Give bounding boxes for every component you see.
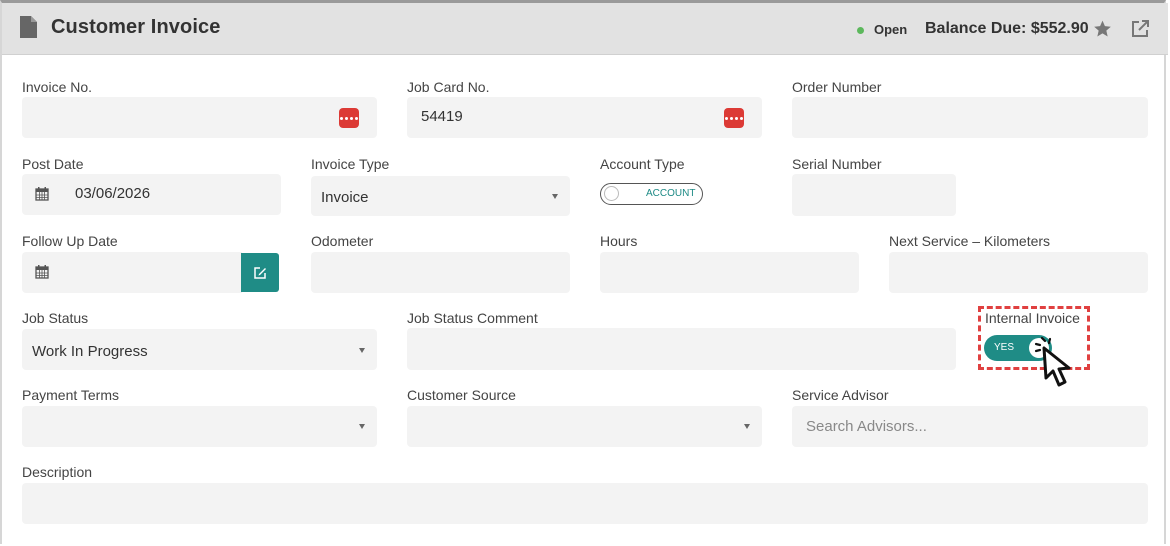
invoice-lookup-icon[interactable] [339,108,359,128]
follow-up-date-input[interactable] [22,252,242,293]
order-number-input[interactable] [792,97,1148,138]
next-service-label: Next Service – Kilometers [889,233,1051,249]
account-type-toggle[interactable]: ACCOUNT [600,183,703,205]
next-service-input[interactable] [889,252,1148,293]
chevron-down-icon [359,424,365,429]
panel-header: Customer Invoice Open Balance Due: $552.… [2,3,1168,55]
job-card-input[interactable]: 54419 [407,97,762,138]
invoice-type-select[interactable]: Invoice [311,176,570,216]
balance-due: Balance Due: $552.90 [925,20,1089,37]
pointer-cursor-icon [1034,336,1071,387]
customer-source-select[interactable] [407,406,762,447]
job-card-label: Job Card No. [407,79,490,95]
chevron-down-icon [744,424,750,429]
payment-terms-select[interactable] [22,406,377,447]
service-advisor-placeholder: Search Advisors... [806,418,927,435]
payment-terms-label: Payment Terms [22,387,119,403]
external-link-icon[interactable] [1130,19,1150,39]
star-icon[interactable] [1092,19,1113,39]
serial-number-label: Serial Number [792,156,882,172]
service-advisor-label: Service Advisor [792,387,889,403]
customer-source-label: Customer Source [407,387,516,403]
account-toggle-text: ACCOUNT [646,188,696,199]
job-card-lookup-icon[interactable] [724,108,744,128]
hours-label: Hours [600,233,638,249]
order-number-label: Order Number [792,79,882,95]
invoice-type-value: Invoice [321,189,369,206]
job-status-label: Job Status [22,310,89,326]
description-input[interactable] [22,483,1148,524]
invoice-no-label: Invoice No. [22,79,93,95]
document-icon [20,16,37,38]
toggle-knob [604,186,619,201]
page-title: Customer Invoice [51,16,221,38]
odometer-label: Odometer [311,233,374,249]
job-status-select[interactable]: Work In Progress [22,329,377,370]
internal-invoice-label: Internal Invoice [985,310,1080,326]
job-status-comment-input[interactable] [407,328,956,370]
status-badge: Open [874,22,908,37]
serial-number-input[interactable] [792,174,956,216]
job-card-value: 54419 [421,108,463,125]
follow-up-date-label: Follow Up Date [22,233,118,249]
edit-icon [254,266,266,279]
calendar-icon [35,187,49,201]
account-type-label: Account Type [600,156,685,172]
chevron-down-icon [552,194,558,199]
odometer-input[interactable] [311,252,570,293]
description-label: Description [22,464,93,480]
status-dot [857,27,864,34]
post-date-input[interactable]: 03/06/2026 [22,174,281,215]
internal-toggle-text: YES [994,342,1015,353]
chevron-down-icon [359,348,365,353]
invoice-no-input[interactable] [22,97,377,138]
invoice-type-label: Invoice Type [311,156,390,172]
service-advisor-input[interactable]: Search Advisors... [792,406,1148,447]
hours-input[interactable] [600,252,859,293]
post-date-value: 03/06/2026 [75,185,151,202]
job-status-value: Work In Progress [32,343,148,360]
calendar-icon [35,265,49,279]
job-status-comment-label: Job Status Comment [407,310,538,326]
post-date-label: Post Date [22,156,84,172]
edit-date-button[interactable] [241,253,279,292]
